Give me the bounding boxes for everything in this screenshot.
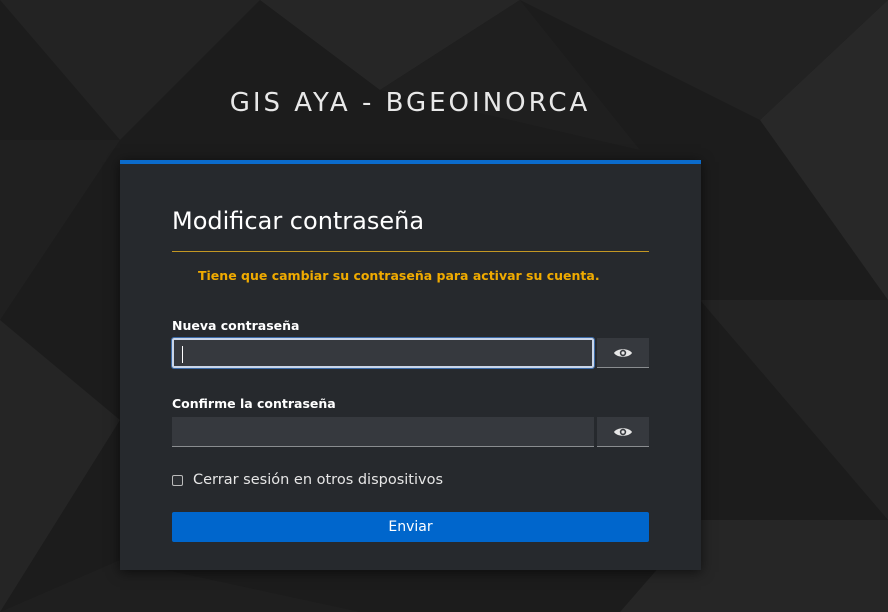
new-password-label: Nueva contraseña: [172, 318, 300, 333]
show-confirm-password-button[interactable]: [597, 417, 649, 447]
warning-message: Tiene que cambiar su contraseña para act…: [198, 268, 600, 283]
submit-button[interactable]: Enviar: [172, 512, 649, 542]
new-password-input[interactable]: [171, 337, 595, 369]
realm-title: GIS AYA - BGEOINORCA: [229, 88, 591, 118]
logout-other-sessions-label[interactable]: Cerrar sesión en otros dispositivos: [193, 472, 443, 488]
confirm-password-label: Confirme la contraseña: [172, 396, 336, 411]
title-divider: [172, 251, 649, 252]
eye-icon: [614, 348, 632, 357]
eye-icon: [614, 427, 632, 436]
logout-other-sessions-row: Cerrar sesión en otros dispositivos: [172, 472, 443, 488]
text-caret: [182, 346, 183, 363]
logout-other-sessions-checkbox[interactable]: [172, 474, 183, 486]
page-title: Modificar contraseña: [172, 207, 425, 235]
confirm-password-input[interactable]: [172, 417, 594, 447]
login-card: Modificar contraseña Tiene que cambiar s…: [120, 160, 701, 570]
show-new-password-button[interactable]: [597, 338, 649, 368]
